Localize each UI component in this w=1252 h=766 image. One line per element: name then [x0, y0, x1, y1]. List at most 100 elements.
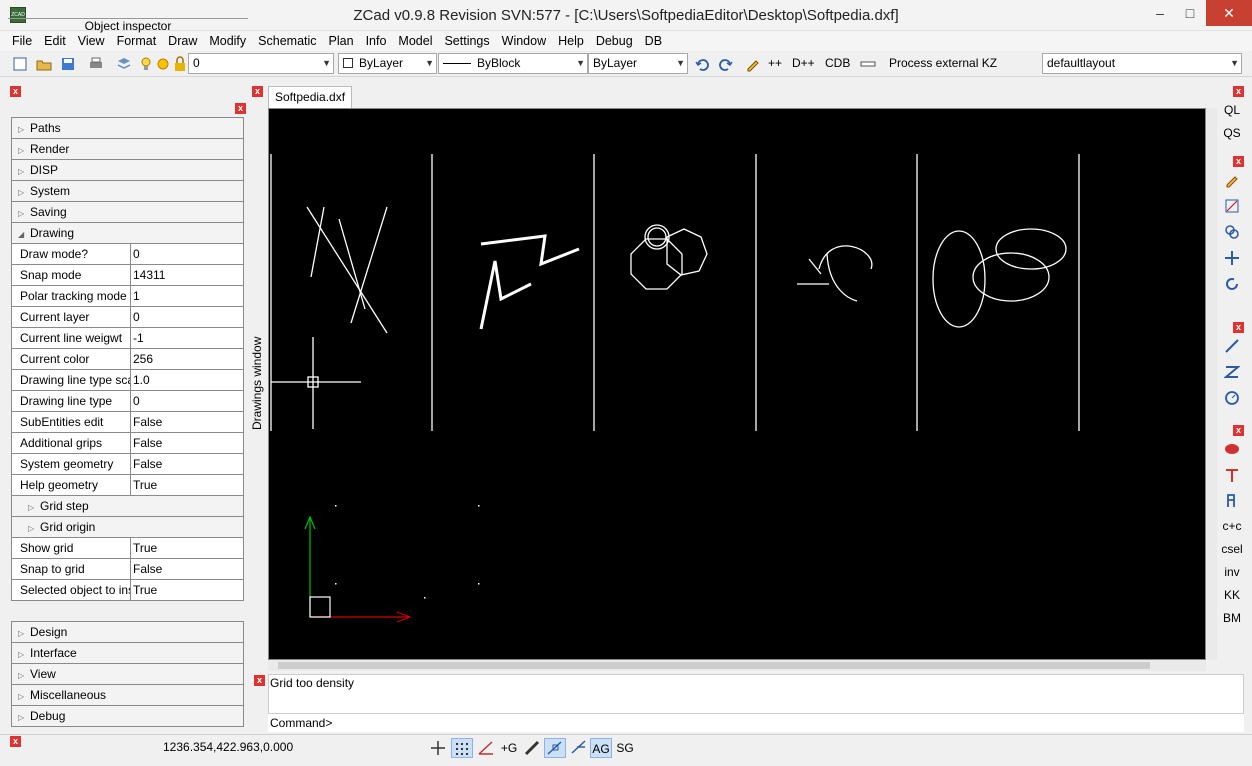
- menu-db[interactable]: DB: [641, 31, 666, 51]
- print-icon[interactable]: [88, 56, 104, 72]
- group-interface[interactable]: ▷ Interface: [11, 643, 244, 664]
- prop-row[interactable]: Help geometry True: [11, 475, 244, 496]
- copy-icon[interactable]: [1224, 224, 1240, 240]
- prop-row[interactable]: Draw mode? 0: [11, 244, 244, 265]
- group-view[interactable]: ▷ View: [11, 664, 244, 685]
- insert-block-icon[interactable]: [1224, 441, 1240, 457]
- open-folder-icon[interactable]: [36, 56, 52, 72]
- group-disp[interactable]: ▷ DISP: [11, 160, 244, 181]
- close-toolbar-icon[interactable]: x: [1233, 322, 1244, 333]
- close-inspector-icon[interactable]: x: [235, 103, 246, 114]
- plusplus-button[interactable]: ++: [768, 56, 782, 70]
- polar-tracking-icon[interactable]: [476, 738, 496, 758]
- menu-help[interactable]: Help: [554, 31, 588, 51]
- drawing-canvas[interactable]: [268, 108, 1206, 660]
- prop-row[interactable]: Current color 256: [11, 349, 244, 370]
- prop-row[interactable]: Additional grips False: [11, 433, 244, 454]
- move-icon[interactable]: [1224, 250, 1240, 266]
- prop-row[interactable]: Selected object to ins True: [11, 580, 244, 601]
- bm-button[interactable]: BM: [1221, 608, 1243, 629]
- cdb-button[interactable]: CDB: [825, 56, 850, 70]
- text-icon[interactable]: [1224, 493, 1240, 509]
- new-file-icon[interactable]: [12, 56, 28, 72]
- circle-icon[interactable]: [1224, 390, 1240, 406]
- close-panel-icon[interactable]: x: [10, 86, 21, 97]
- lineweight-combo[interactable]: ByLayer ▼: [588, 53, 688, 74]
- menu-edit[interactable]: Edit: [40, 31, 70, 51]
- highlighter-icon[interactable]: [1224, 172, 1240, 188]
- layout-combo[interactable]: defaultlayout ▼: [1042, 53, 1242, 74]
- process-external-kz-button[interactable]: Process external KZ: [889, 56, 997, 70]
- prop-row[interactable]: Current line weigwt -1: [11, 328, 244, 349]
- horizontal-scroll-thumb[interactable]: [278, 662, 1150, 669]
- rotate-icon[interactable]: [1224, 276, 1240, 292]
- osnap-toggle[interactable]: [544, 738, 566, 758]
- menu-schematic[interactable]: Schematic: [254, 31, 320, 51]
- group-grid-origin[interactable]: ▷ Grid origin: [11, 517, 244, 538]
- close-drawings-strip-icon[interactable]: x: [252, 86, 263, 97]
- menu-view[interactable]: View: [74, 31, 109, 51]
- prop-row[interactable]: Snap to grid False: [11, 559, 244, 580]
- line-icon[interactable]: [1224, 338, 1240, 354]
- menu-info[interactable]: Info: [362, 31, 391, 51]
- layers-icon[interactable]: [116, 56, 132, 72]
- otrack-toggle[interactable]: [568, 738, 590, 758]
- prop-row[interactable]: Polar tracking mode 1: [11, 286, 244, 307]
- linetype-combo[interactable]: ByBlock ▼: [438, 53, 588, 74]
- group-grid-step[interactable]: ▷ Grid step: [11, 496, 244, 517]
- drawings-window-label[interactable]: Drawings window: [250, 337, 264, 430]
- menu-window[interactable]: Window: [498, 31, 550, 51]
- close-statusbar-icon[interactable]: x: [10, 736, 21, 747]
- menu-debug[interactable]: Debug: [592, 31, 637, 51]
- grid-toggle[interactable]: [451, 738, 473, 758]
- qs-button[interactable]: QS: [1221, 123, 1243, 144]
- menu-draw[interactable]: Draw: [164, 31, 201, 51]
- ag-toggle[interactable]: AG: [590, 738, 612, 758]
- group-paths[interactable]: ▷ Paths: [11, 117, 244, 139]
- erase-icon[interactable]: [1224, 198, 1240, 214]
- group-miscellaneous[interactable]: ▷ Miscellaneous: [11, 685, 244, 706]
- g-toggle[interactable]: +G: [498, 738, 520, 758]
- menu-modify[interactable]: Modify: [205, 31, 250, 51]
- sun-icon[interactable]: [155, 56, 171, 72]
- menu-file[interactable]: File: [8, 31, 36, 51]
- measure-icon[interactable]: [860, 56, 876, 72]
- lock-icon[interactable]: [172, 56, 188, 72]
- dplusplus-button[interactable]: D++: [792, 56, 815, 70]
- prop-row[interactable]: Drawing line type sca 1.0: [11, 370, 244, 391]
- minimize-button[interactable]: –: [1144, 0, 1176, 26]
- pencil-icon[interactable]: [745, 56, 761, 72]
- undo-icon[interactable]: [694, 56, 710, 72]
- menu-model[interactable]: Model: [394, 31, 436, 51]
- group-debug[interactable]: ▷ Debug: [11, 706, 244, 727]
- command-input[interactable]: Command>: [268, 713, 1244, 732]
- lightbulb-icon[interactable]: [138, 56, 154, 72]
- sg-toggle[interactable]: SG: [614, 738, 636, 758]
- group-render[interactable]: ▷ Render: [11, 139, 244, 160]
- ortho-icon[interactable]: [428, 738, 448, 758]
- menu-format[interactable]: Format: [113, 31, 161, 51]
- group-drawing[interactable]: ◢ Drawing: [11, 223, 244, 244]
- group-saving[interactable]: ▷ Saving: [11, 202, 244, 223]
- polyline-icon[interactable]: [1224, 364, 1240, 380]
- color-combo[interactable]: ByLayer ▼: [338, 53, 437, 74]
- inv-button[interactable]: inv: [1221, 562, 1243, 583]
- csel-button[interactable]: csel: [1221, 539, 1243, 560]
- tab-softpedia-dxf[interactable]: Softpedia.dxf: [268, 86, 352, 108]
- close-toolbar-icon[interactable]: x: [1233, 86, 1244, 97]
- lineweight-icon[interactable]: [522, 738, 542, 758]
- menu-settings[interactable]: Settings: [440, 31, 493, 51]
- save-icon[interactable]: [60, 56, 76, 72]
- close-toolbar-icon[interactable]: x: [1233, 425, 1244, 436]
- prop-row[interactable]: System geometry False: [11, 454, 244, 475]
- group-system[interactable]: ▷ System: [11, 181, 244, 202]
- maximize-button[interactable]: □: [1174, 0, 1206, 26]
- dimension-icon[interactable]: [1224, 467, 1240, 483]
- group-design[interactable]: ▷ Design: [11, 621, 244, 643]
- ql-button[interactable]: QL: [1221, 100, 1243, 121]
- layer-combo[interactable]: 0 ▼: [188, 53, 334, 74]
- cc-button[interactable]: c+c: [1221, 516, 1243, 537]
- kk-button[interactable]: KK: [1221, 585, 1243, 606]
- prop-row[interactable]: Show grid True: [11, 538, 244, 559]
- close-command-panel-icon[interactable]: x: [254, 675, 265, 686]
